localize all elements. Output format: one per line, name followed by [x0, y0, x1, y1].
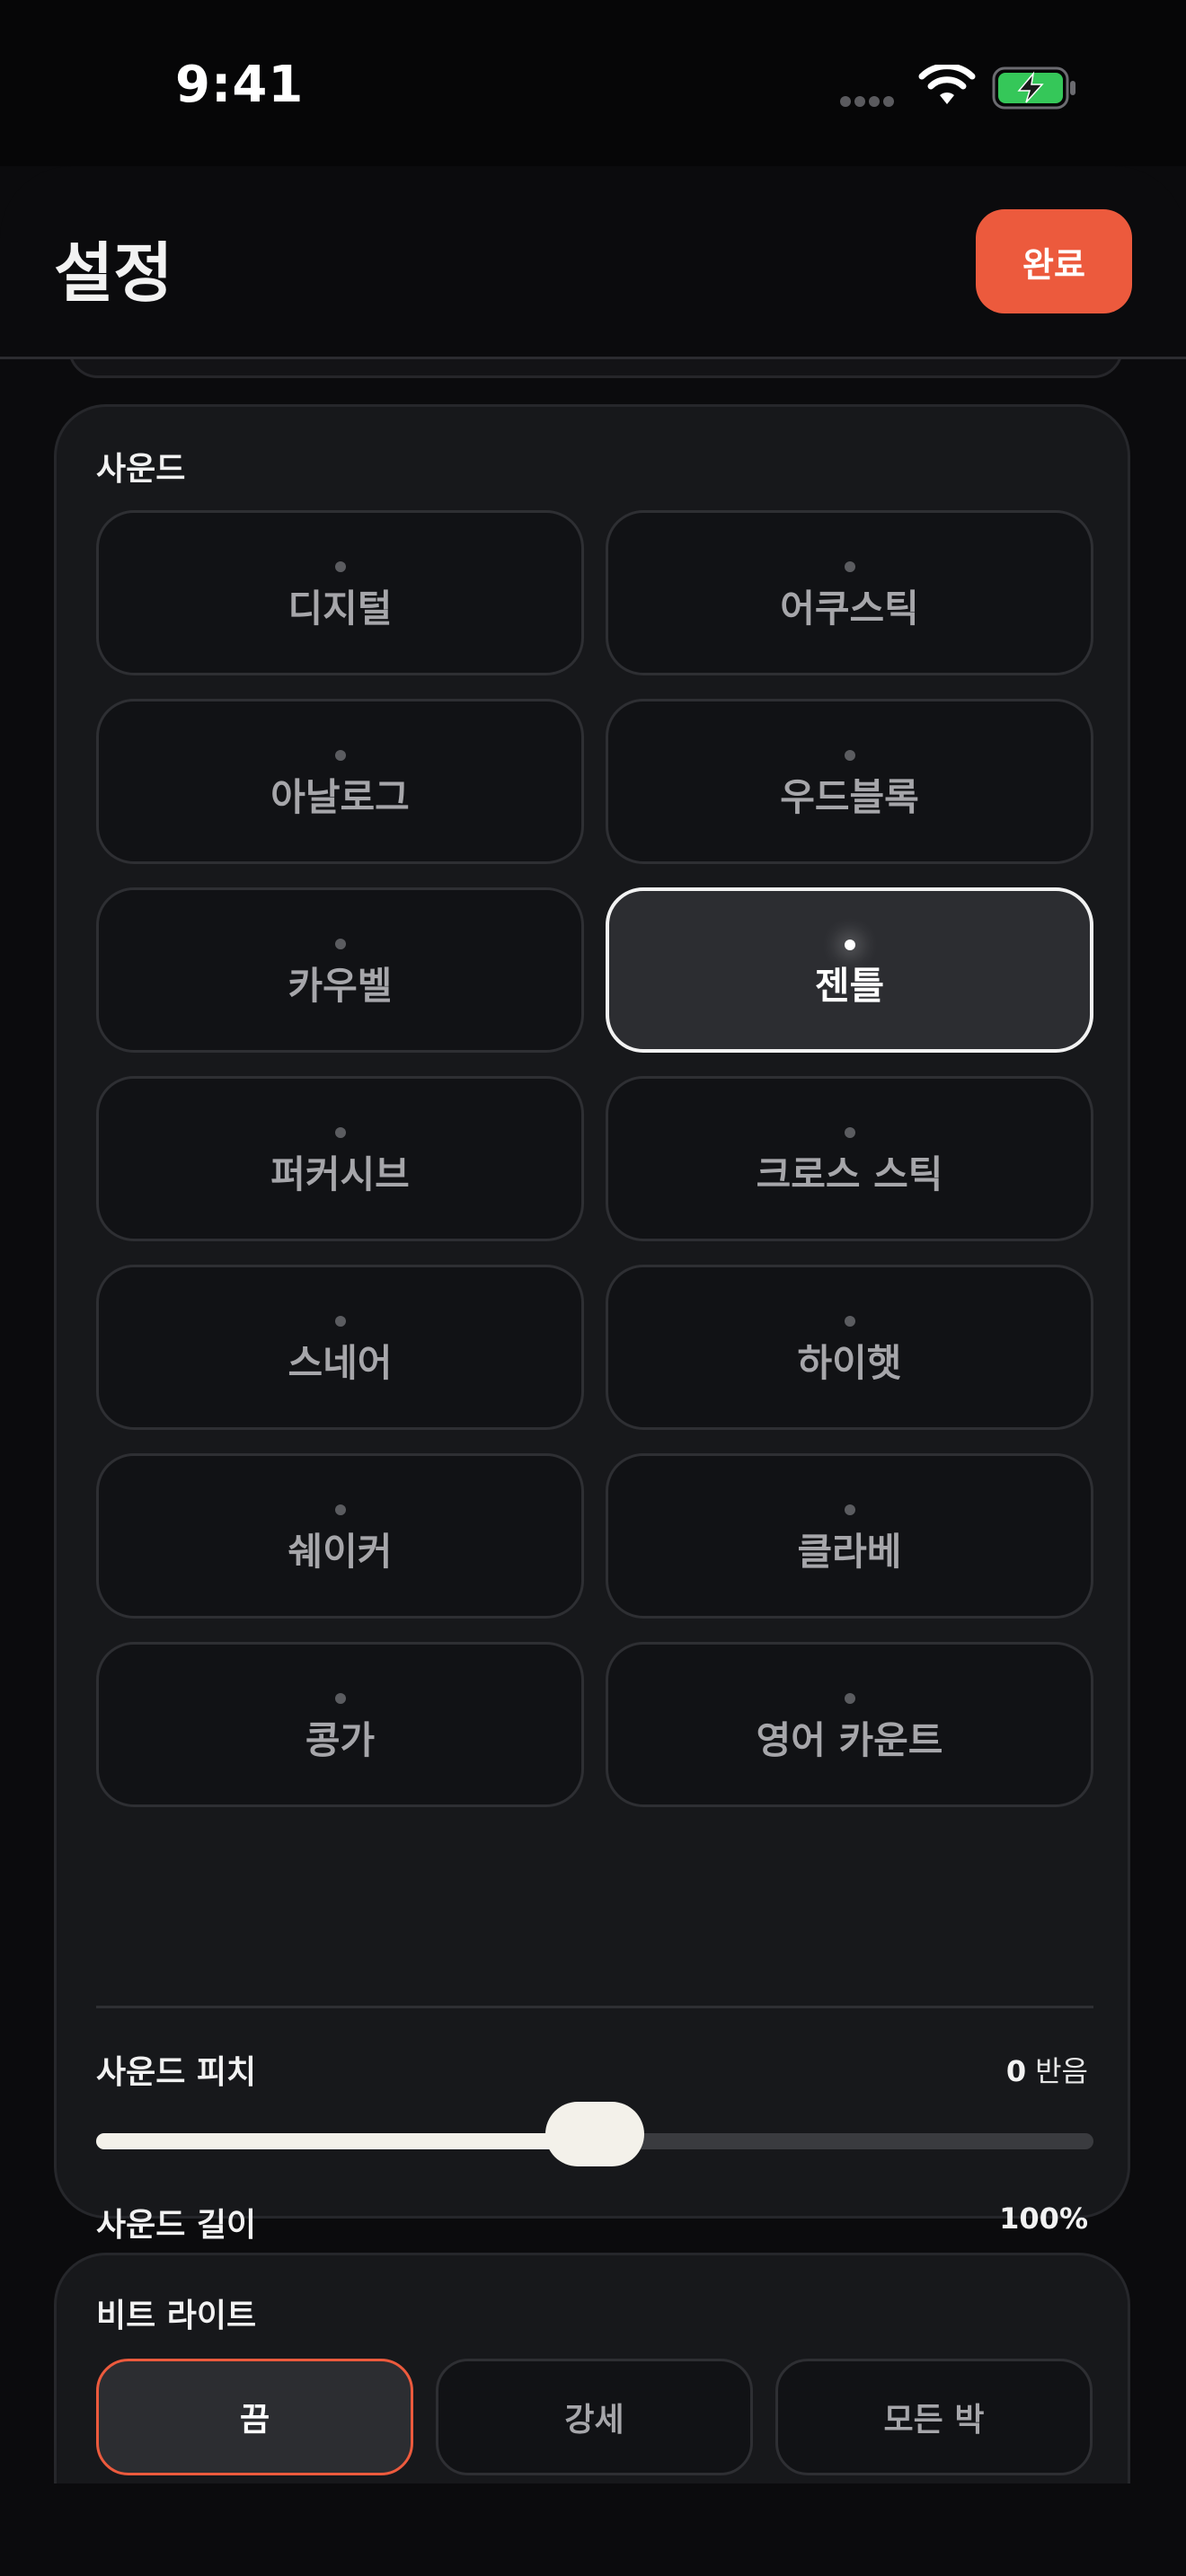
- sound-option-label: 하이햇: [797, 1340, 902, 1385]
- pitch-value-unit: 반음: [1035, 2054, 1088, 2088]
- indicator-dot-icon: [844, 1316, 855, 1327]
- sound-option-label: 카우벨: [288, 963, 393, 1008]
- pitch-slider-fill: [96, 2133, 595, 2149]
- indicator-dot-icon: [844, 1127, 855, 1138]
- status-bar: 9:41: [0, 0, 1186, 166]
- signal-dots-icon: [840, 93, 898, 110]
- beat-light-option-accent[interactable]: 강세: [436, 2359, 753, 2475]
- sound-option-analog[interactable]: 아날로그: [96, 699, 584, 864]
- beat-light-option-all-beats[interactable]: 모든 박: [775, 2359, 1093, 2475]
- length-value: 100%: [999, 2201, 1088, 2236]
- wifi-icon: [918, 63, 976, 111]
- sound-option-clave[interactable]: 클라베: [606, 1453, 1093, 1619]
- pitch-slider[interactable]: [96, 2102, 1093, 2166]
- beat-light-section-title: 비트 라이트: [96, 2298, 257, 2334]
- page-title: 설정: [54, 235, 173, 311]
- length-slider-label: 사운드 길이: [96, 2207, 257, 2244]
- sound-option-conga[interactable]: 콩가: [96, 1642, 584, 1807]
- indicator-dot-icon: [334, 939, 346, 949]
- sound-option-gentle[interactable]: 젠틀: [606, 887, 1093, 1053]
- sound-option-label: 크로스 스틱: [756, 1151, 943, 1196]
- sound-option-label: 우드블록: [780, 774, 919, 819]
- status-time: 9:41: [175, 56, 305, 114]
- sound-option-label: 클라베: [797, 1529, 902, 1574]
- settings-sheet: 설정 완료 사운드 디지털 어쿠스틱 아날로그 우드블록 카우벨 젠틀 퍼커시브…: [0, 166, 1186, 2483]
- sound-option-label: 스네어: [288, 1340, 393, 1385]
- indicator-dot-icon: [334, 1316, 346, 1327]
- indicator-dot-icon: [334, 1693, 346, 1704]
- sound-option-woodblock[interactable]: 우드블록: [606, 699, 1093, 864]
- pitch-slider-label: 사운드 피치: [96, 2054, 257, 2091]
- section-divider: [96, 2006, 1093, 2008]
- indicator-dot-icon: [844, 750, 855, 761]
- sound-option-label: 콩가: [305, 1717, 376, 1762]
- sound-option-cross-stick[interactable]: 크로스 스틱: [606, 1076, 1093, 1241]
- sound-option-label: 디지털: [288, 586, 393, 631]
- sound-option-label: 어쿠스틱: [780, 586, 919, 631]
- battery-charging-icon: [992, 66, 1078, 113]
- pitch-slider-thumb[interactable]: [545, 2102, 644, 2166]
- indicator-dot-icon: [334, 750, 346, 761]
- sound-option-label: 아날로그: [270, 774, 410, 819]
- sound-option-hihat[interactable]: 하이햇: [606, 1265, 1093, 1430]
- sound-card: 사운드 디지털 어쿠스틱 아날로그 우드블록 카우벨 젠틀 퍼커시브 크로스 스…: [54, 404, 1130, 2319]
- indicator-dot-icon: [334, 1127, 346, 1138]
- indicator-dot-icon: [334, 561, 346, 572]
- sheet-header: 설정 완료: [0, 166, 1186, 359]
- sound-section-title: 사운드: [96, 451, 186, 488]
- beat-light-option-off[interactable]: 끔: [96, 2359, 413, 2475]
- sound-option-label: 영어 카운트: [756, 1717, 943, 1762]
- sound-option-label: 젠틀: [814, 963, 885, 1008]
- sound-option-cowbell[interactable]: 카우벨: [96, 887, 584, 1053]
- indicator-dot-icon: [844, 940, 855, 950]
- sound-option-snare[interactable]: 스네어: [96, 1265, 584, 1430]
- indicator-dot-icon: [844, 1504, 855, 1515]
- done-button[interactable]: 완료: [976, 209, 1132, 313]
- sound-option-percussive[interactable]: 퍼커시브: [96, 1076, 584, 1241]
- pitch-value: 0 반음: [1006, 2049, 1088, 2090]
- pitch-value-number: 0: [1005, 2054, 1027, 2088]
- sound-option-english-count[interactable]: 영어 카운트: [606, 1642, 1093, 1807]
- sound-option-label: 쉐이커: [288, 1529, 393, 1574]
- sound-option-shaker[interactable]: 쉐이커: [96, 1453, 584, 1619]
- sound-option-label: 퍼커시브: [270, 1151, 410, 1196]
- beat-light-card: 비트 라이트 끔 강세 모든 박: [54, 2253, 1130, 2483]
- sound-option-acoustic[interactable]: 어쿠스틱: [606, 510, 1093, 675]
- bottom-safe-area: [0, 2483, 1186, 2576]
- indicator-dot-icon: [844, 1693, 855, 1704]
- sound-option-digital[interactable]: 디지털: [96, 510, 584, 675]
- indicator-dot-icon: [334, 1504, 346, 1515]
- indicator-dot-icon: [844, 561, 855, 572]
